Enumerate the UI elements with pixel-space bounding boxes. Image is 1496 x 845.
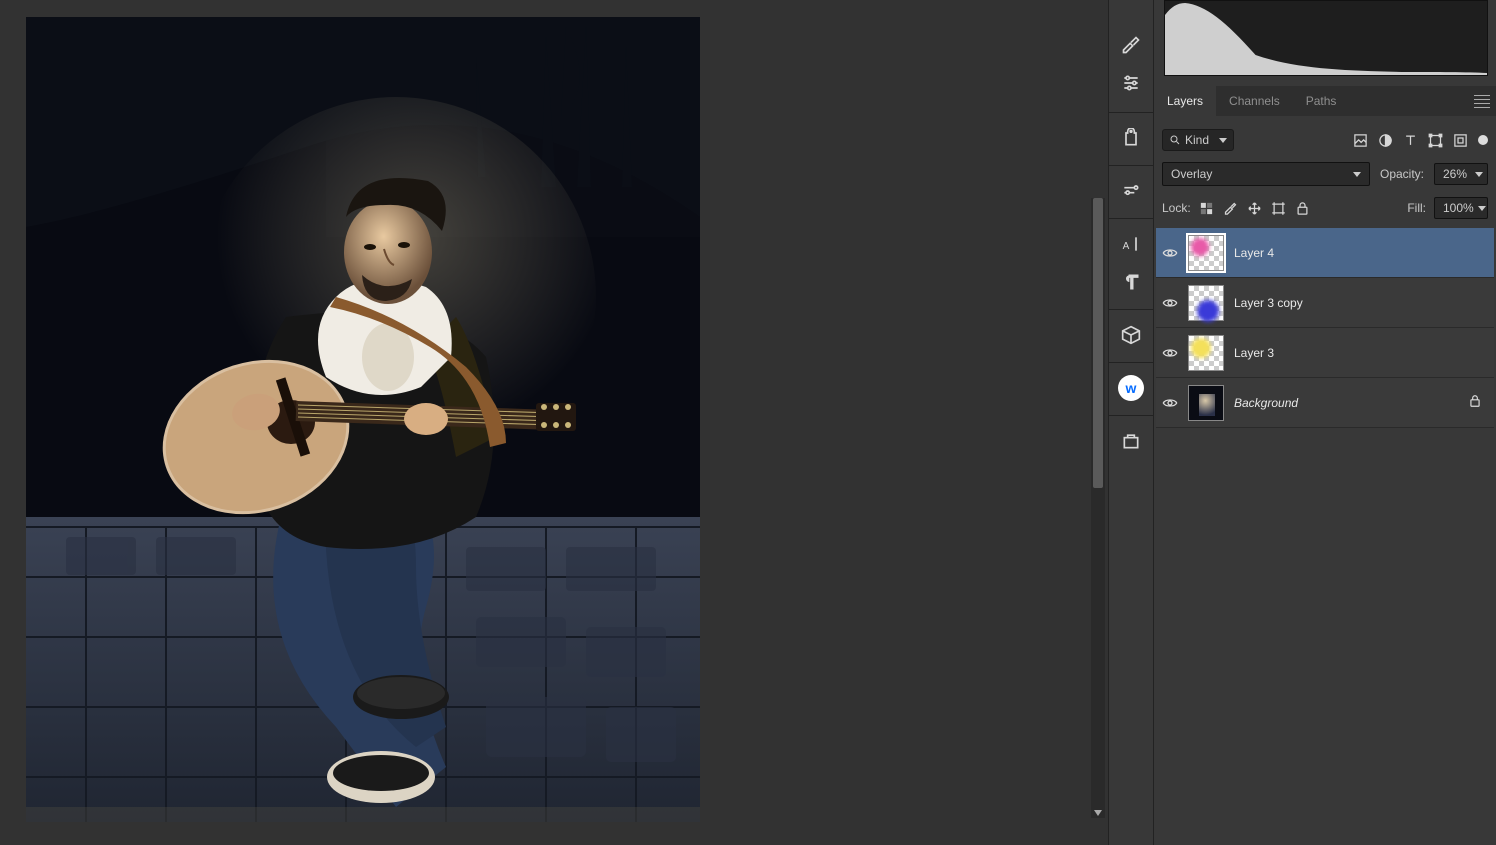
character-panel-icon[interactable]: A bbox=[1116, 229, 1146, 259]
tab-layers[interactable]: Layers bbox=[1154, 86, 1216, 116]
layer-row[interactable]: Layer 3 copy bbox=[1156, 278, 1494, 328]
layer-thumbnail[interactable] bbox=[1188, 385, 1224, 421]
chevron-down-icon bbox=[1353, 172, 1361, 177]
filter-smartobject-icon[interactable] bbox=[1453, 133, 1468, 148]
layer-name[interactable]: Layer 4 bbox=[1234, 246, 1274, 260]
visibility-toggle-icon[interactable] bbox=[1162, 395, 1178, 411]
blend-mode-value: Overlay bbox=[1171, 167, 1212, 181]
layer-row[interactable]: Background bbox=[1156, 378, 1494, 428]
filter-adjustment-icon[interactable] bbox=[1378, 133, 1393, 148]
blend-mode-dropdown[interactable]: Overlay bbox=[1162, 162, 1370, 186]
clone-source-panel-icon[interactable] bbox=[1116, 123, 1146, 153]
document-canvas[interactable] bbox=[26, 17, 700, 822]
opacity-input[interactable]: 26% bbox=[1434, 163, 1488, 185]
svg-text:A: A bbox=[1123, 241, 1130, 252]
layer-name[interactable]: Layer 3 copy bbox=[1234, 296, 1303, 310]
layer-thumbnail[interactable] bbox=[1188, 285, 1224, 321]
lock-label: Lock: bbox=[1162, 201, 1191, 215]
scrollbar-down-icon[interactable] bbox=[1094, 810, 1102, 816]
libraries-panel-icon[interactable]: w bbox=[1116, 373, 1146, 403]
chevron-down-icon bbox=[1478, 206, 1486, 211]
filter-toggle-switch[interactable] bbox=[1478, 135, 1488, 145]
search-icon bbox=[1169, 134, 1181, 146]
collapsed-panel-strip: A w bbox=[1108, 0, 1154, 845]
opacity-value: 26% bbox=[1443, 167, 1467, 181]
lock-transparency-icon[interactable] bbox=[1199, 201, 1214, 216]
filter-kind-dropdown[interactable]: Kind bbox=[1162, 129, 1234, 151]
fill-input[interactable]: 100% bbox=[1434, 197, 1488, 219]
layer-filter-row: Kind bbox=[1162, 126, 1488, 154]
histogram-panel[interactable] bbox=[1164, 0, 1488, 76]
properties-panel-icon[interactable] bbox=[1116, 176, 1146, 206]
scrollbar-thumb[interactable] bbox=[1093, 198, 1103, 488]
layer-name[interactable]: Background bbox=[1234, 396, 1298, 410]
chevron-down-icon bbox=[1475, 172, 1483, 177]
panel-menu-icon[interactable] bbox=[1474, 93, 1490, 109]
layer-thumbnail[interactable] bbox=[1188, 235, 1224, 271]
brush-panel-icon[interactable] bbox=[1116, 30, 1146, 60]
layers-list: Layer 4 Layer 3 copy Layer 3 Background bbox=[1156, 228, 1494, 428]
document-vertical-scrollbar[interactable] bbox=[1091, 198, 1105, 818]
filter-type-icon[interactable] bbox=[1403, 133, 1418, 148]
filter-kind-label: Kind bbox=[1185, 133, 1209, 147]
chevron-down-icon bbox=[1219, 138, 1227, 143]
fill-value: 100% bbox=[1443, 201, 1474, 215]
opacity-label: Opacity: bbox=[1380, 167, 1424, 181]
lock-position-icon[interactable] bbox=[1247, 201, 1262, 216]
blend-mode-row: Overlay Opacity: 26% bbox=[1162, 160, 1488, 188]
visibility-toggle-icon[interactable] bbox=[1162, 345, 1178, 361]
canvas-photo bbox=[26, 17, 700, 822]
visibility-toggle-icon[interactable] bbox=[1162, 245, 1178, 261]
lock-pixels-icon[interactable] bbox=[1223, 201, 1238, 216]
filter-pixel-icon[interactable] bbox=[1353, 133, 1368, 148]
layer-row[interactable]: Layer 3 bbox=[1156, 328, 1494, 378]
right-panel-area: Layers Channels Paths Kind Overlay Opaci… bbox=[1154, 0, 1496, 845]
adjustments-panel-icon[interactable] bbox=[1116, 68, 1146, 98]
lock-all-icon[interactable] bbox=[1295, 201, 1310, 216]
presets-panel-icon[interactable] bbox=[1116, 426, 1146, 456]
visibility-toggle-icon[interactable] bbox=[1162, 295, 1178, 311]
layer-thumbnail[interactable] bbox=[1188, 335, 1224, 371]
tab-paths[interactable]: Paths bbox=[1293, 86, 1350, 116]
panel-tabs: Layers Channels Paths bbox=[1154, 86, 1496, 116]
lock-row: Lock: Fill: 100% bbox=[1162, 194, 1488, 222]
filter-shape-icon[interactable] bbox=[1428, 133, 1443, 148]
3d-panel-icon[interactable] bbox=[1116, 320, 1146, 350]
lock-icon bbox=[1468, 394, 1482, 411]
paragraph-panel-icon[interactable] bbox=[1116, 267, 1146, 297]
layer-row[interactable]: Layer 4 bbox=[1156, 228, 1494, 278]
layer-name[interactable]: Layer 3 bbox=[1234, 346, 1274, 360]
lock-artboard-icon[interactable] bbox=[1271, 201, 1286, 216]
fill-label: Fill: bbox=[1407, 201, 1426, 215]
tab-channels[interactable]: Channels bbox=[1216, 86, 1293, 116]
